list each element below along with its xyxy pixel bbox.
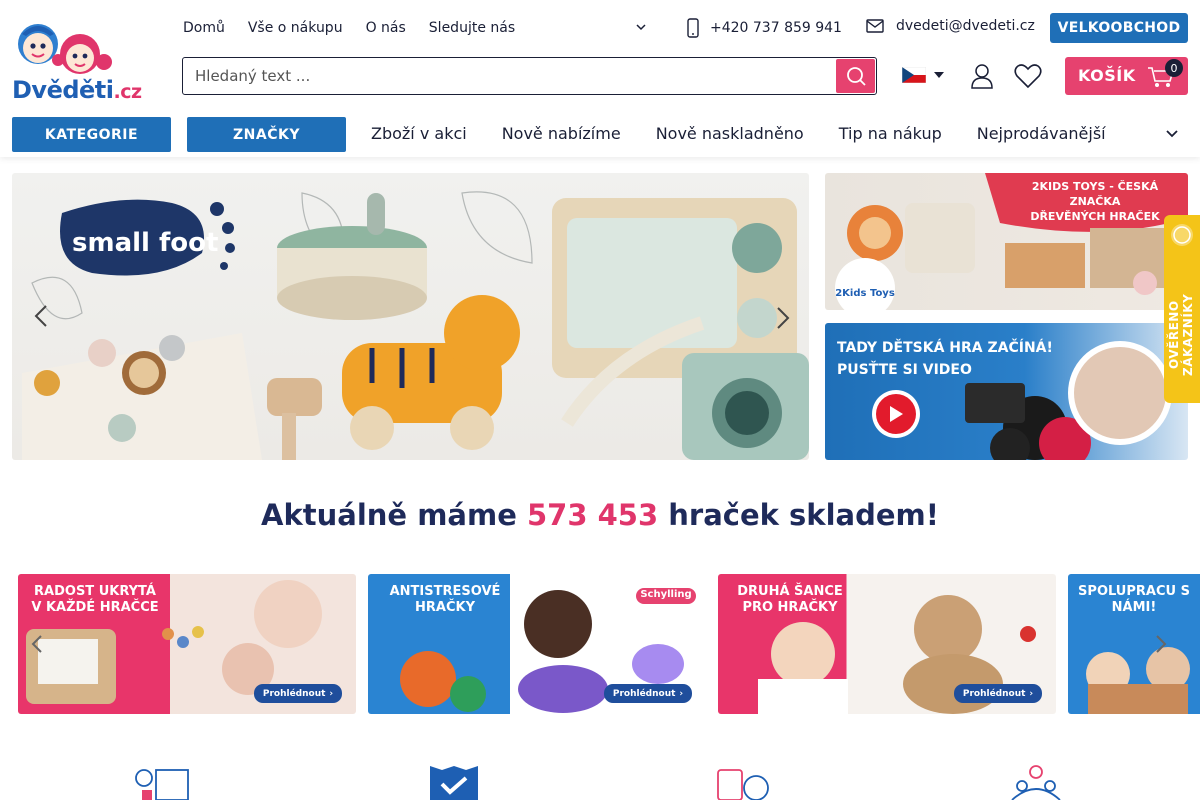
brands-button[interactable]: ZNAČKY	[187, 117, 346, 152]
promo-prev-arrow-icon[interactable]	[24, 631, 50, 657]
logo-wordmark: Dvěděti.cz	[12, 76, 142, 104]
2kids-logo-text: 2Kids Toys	[835, 288, 895, 299]
wishlist-heart-icon[interactable]	[1014, 63, 1042, 89]
caret-down-icon	[934, 72, 944, 78]
promo-1-title: RADOST UKRYTÁ V KAŽDÉ HRAČCE	[31, 584, 159, 615]
chevron-right-icon: ›	[1029, 688, 1034, 699]
promo-1-cta-label: Prohlédnout	[262, 688, 326, 699]
stock-suffix: hraček skladem!	[668, 498, 939, 532]
toys-faces-icon	[717, 769, 769, 800]
czech-flag-icon	[902, 67, 926, 83]
search-icon	[846, 67, 866, 86]
play-icon	[876, 394, 916, 434]
promo-3-cta-label: Prohlédnout	[962, 688, 1026, 699]
logo-kids-icon	[18, 24, 112, 74]
stock-count: 573 453	[526, 498, 659, 532]
phone-contact[interactable]: +420 737 859 941	[686, 18, 842, 38]
promo-next-arrow-icon[interactable]	[1148, 631, 1174, 657]
logo-tld: .cz	[113, 81, 143, 103]
categories-button[interactable]: KATEGORIE	[12, 117, 171, 152]
top-navigation: Domů Vše o nákupu O nás Sledujte nás	[183, 18, 515, 38]
email-contact[interactable]: dvedeti@dvedeti.cz	[866, 18, 1035, 34]
cart-count-badge: 0	[1165, 59, 1183, 77]
topnav-about-us[interactable]: O nás	[366, 18, 406, 38]
mail-icon	[866, 19, 884, 33]
site-header: Dvěděti.cz Domů Vše o nákupu O nás Sledu…	[0, 0, 1200, 157]
promo-3-cta[interactable]: Prohlédnout ›	[954, 684, 1042, 703]
nav-new-stock[interactable]: Nově naskladněno	[656, 124, 804, 143]
verified-seal-icon	[1171, 224, 1193, 246]
logo-brand-name: Dvěděti	[12, 76, 114, 104]
language-selector[interactable]	[902, 67, 944, 83]
stock-prefix: Aktuálně máme	[261, 498, 517, 532]
cart-button[interactable]: KOŠÍK 0	[1065, 57, 1188, 95]
happy-kids-icon	[1011, 765, 1061, 800]
2kids-heading-line2: DŘEVĚNÝCH HRAČEK	[1030, 210, 1160, 223]
nav-sale[interactable]: Zboží v akci	[371, 124, 467, 143]
promo-card-3[interactable]: DRUHÁ ŠANCE PRO HRAČKY Prohlédnout ›	[718, 574, 1056, 714]
play-video-button[interactable]	[872, 390, 920, 438]
phone-icon	[687, 18, 699, 38]
nav-bestsellers[interactable]: Nejprodávanější	[977, 124, 1106, 143]
video-banner[interactable]: TADY DĚTSKÁ HRA ZAČÍNÁ! PUSŤTE SI VIDEO	[825, 323, 1188, 460]
hero-next-arrow-icon[interactable]	[770, 305, 796, 331]
video-heading-line2: PUSŤTE SI VIDEO	[837, 362, 972, 378]
delivery-clock-icon	[135, 769, 189, 800]
nav-tip[interactable]: Tip na nákup	[839, 124, 942, 143]
search-input[interactable]	[195, 66, 825, 86]
promo-2-tag: Schylling	[640, 589, 692, 600]
site-logo[interactable]: Dvěděti.cz	[12, 14, 152, 104]
promo-2-cta-label: Prohlédnout	[612, 688, 676, 699]
topnav-about-shopping[interactable]: Vše o nákupu	[248, 18, 343, 38]
chevron-right-icon: ›	[679, 688, 684, 699]
quality-shield-icon	[430, 766, 478, 800]
hero-slider[interactable]: small foot	[12, 173, 809, 460]
chevron-down-icon[interactable]	[634, 20, 648, 34]
small-foot-brand-text: small foot	[72, 228, 218, 258]
topnav-home[interactable]: Domů	[183, 18, 225, 38]
promo-card-1[interactable]: RADOST UKRYTÁ V KAŽDÉ HRAČCE Prohlédnout…	[18, 574, 356, 714]
2kids-banner-heading: 2KIDS TOYS - ČESKÁ ZNAČKA DŘEVĚNÝCH HRAČ…	[1005, 179, 1185, 224]
chevron-down-icon[interactable]	[1164, 126, 1180, 142]
phone-number: +420 737 859 941	[710, 20, 842, 36]
features-row	[0, 764, 1200, 800]
verified-badge-text: OVĚŘENO ZÁKAZNÍKY	[1167, 293, 1195, 377]
promo-card-4[interactable]: SPOLUPRACU S NÁMI!	[1068, 574, 1200, 714]
main-navigation: Zboží v akci Nově nabízíme Nově naskladn…	[371, 124, 1106, 143]
search-bar	[182, 57, 877, 95]
hero-slide-image: small foot	[22, 191, 809, 460]
stock-headline: Aktuálně máme 573 453 hraček skladem!	[0, 498, 1200, 532]
2kids-heading-line1: 2KIDS TOYS - ČESKÁ ZNAČKA	[1031, 180, 1159, 208]
user-account-icon[interactable]	[970, 63, 994, 89]
promo-3-title: DRUHÁ ŠANCE PRO HRAČKY	[737, 584, 843, 615]
topnav-follow-us[interactable]: Sledujte nás	[429, 18, 515, 38]
email-address: dvedeti@dvedeti.cz	[896, 18, 1035, 34]
video-heading-line1: TADY DĚTSKÁ HRA ZAČÍNÁ!	[837, 340, 1053, 356]
promo-4-title: SPOLUPRACU S NÁMI!	[1078, 584, 1190, 615]
verified-customers-badge[interactable]: OVĚŘENO ZÁKAZNÍKY	[1164, 215, 1200, 403]
chevron-right-icon: ›	[329, 688, 334, 699]
promo-2-title: ANTISTRESOVÉ HRAČKY	[389, 584, 501, 615]
wholesale-button[interactable]: VELKOOBCHOD	[1050, 13, 1188, 43]
promo-2-cta[interactable]: Prohlédnout ›	[604, 684, 692, 703]
cart-label: KOŠÍK	[1078, 66, 1136, 85]
search-button[interactable]	[836, 59, 875, 93]
hero-prev-arrow-icon[interactable]	[28, 303, 54, 329]
nav-new-offers[interactable]: Nově nabízíme	[502, 124, 621, 143]
2kids-toys-banner[interactable]: 2KIDS TOYS - ČESKÁ ZNAČKA DŘEVĚNÝCH HRAČ…	[825, 173, 1188, 310]
promo-card-2[interactable]: Schylling ANTISTRESOVÉ HRAČKY Prohlédnou…	[368, 574, 706, 714]
promo-1-cta[interactable]: Prohlédnout ›	[254, 684, 342, 703]
video-banner-heading: TADY DĚTSKÁ HRA ZAČÍNÁ! PUSŤTE SI VIDEO	[837, 337, 1053, 381]
